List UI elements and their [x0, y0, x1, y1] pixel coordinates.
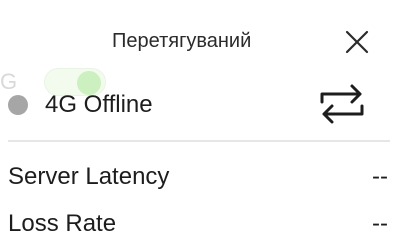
server-latency-value: -- — [372, 163, 388, 190]
panel-title: Перетягуваний — [112, 30, 252, 52]
server-latency-row: Server Latency -- — [8, 162, 390, 192]
swap-button[interactable] — [316, 78, 368, 130]
status-dot-icon — [8, 95, 28, 115]
close-icon — [345, 30, 369, 54]
connection-status: 4G Offline — [8, 90, 153, 120]
loss-rate-value: -- — [372, 210, 388, 237]
loss-rate-label: Loss Rate — [8, 210, 117, 237]
close-button[interactable] — [344, 29, 370, 55]
swap-arrows-icon — [320, 84, 364, 124]
loss-rate-row: Loss Rate -- — [8, 209, 390, 239]
divider — [8, 140, 390, 142]
server-latency-label: Server Latency — [8, 163, 170, 190]
connection-status-text: 4G Offline — [45, 91, 153, 118]
